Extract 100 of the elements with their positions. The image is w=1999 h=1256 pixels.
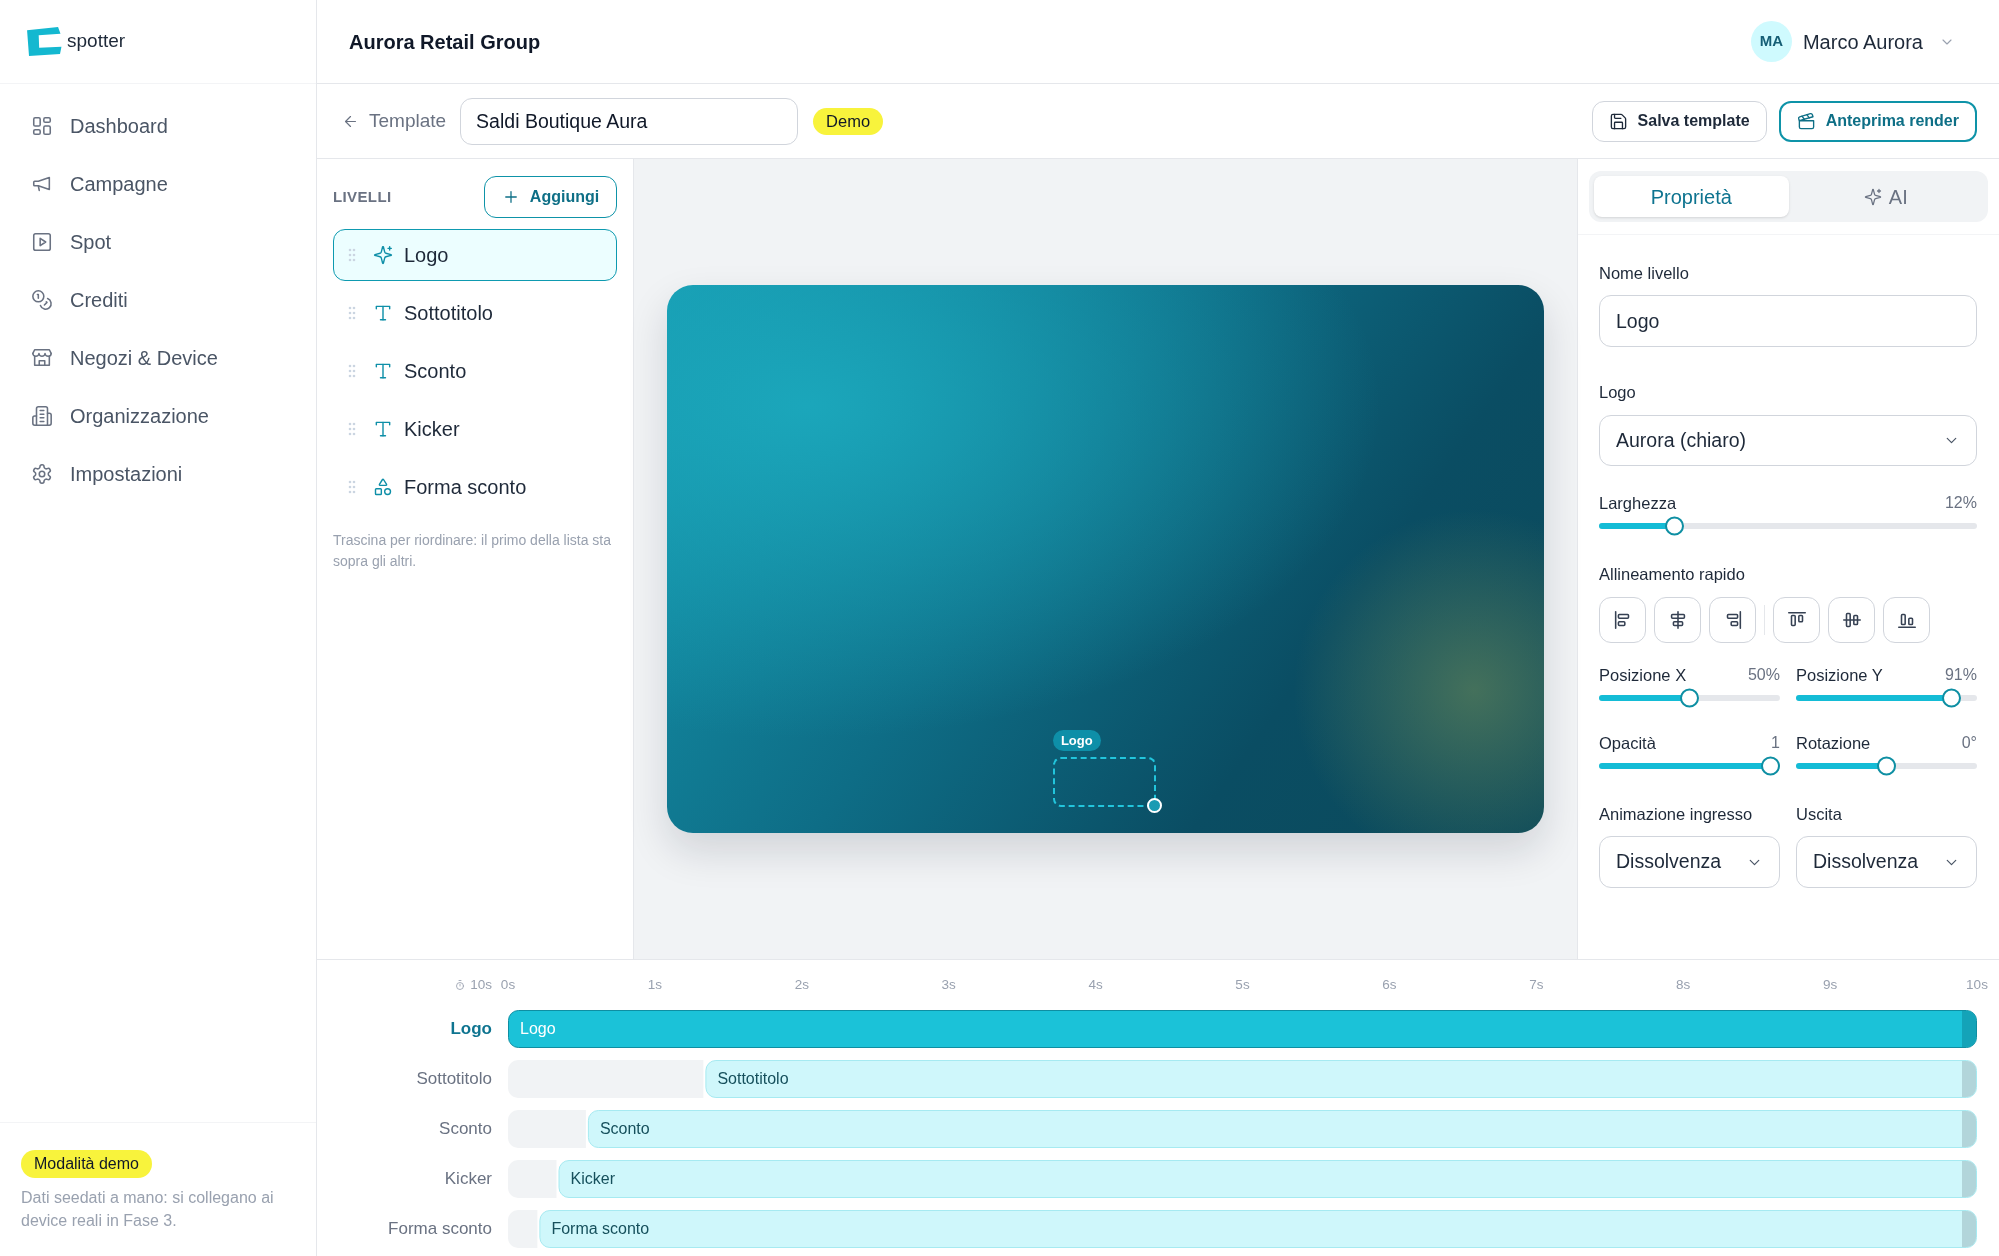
align-top-button[interactable] [1773,597,1820,643]
align-bottom-button[interactable] [1883,597,1930,643]
add-layer-button[interactable]: Aggiungi [484,176,617,218]
preview-render-button[interactable]: Anteprima render [1778,100,1977,142]
track-label[interactable]: Kicker [444,1166,492,1192]
nav-item[interactable]: Dashboard [12,97,304,155]
demo-mode-badge: Modalità demo [21,1150,152,1178]
slider-value: 1 [1771,733,1780,753]
clip-trim-handle[interactable] [1962,1011,1976,1047]
slider-handle[interactable] [1760,756,1780,776]
clapperboard-icon [1796,111,1816,131]
field-label: Uscita [1796,804,1843,824]
back-link[interactable]: Template [342,106,447,136]
field-label: Allineamento rapido [1599,564,1746,584]
align-left-button[interactable] [1599,597,1646,643]
text-type-icon [373,361,393,381]
field-label: Posizione Y [1796,665,1883,685]
track-label[interactable]: Sconto [439,1116,492,1142]
layout-grid-icon [31,115,53,137]
sparkles-icon [1863,187,1882,206]
axis-tick-label: 4s [1088,976,1103,994]
tab[interactable]: Proprietà [1594,176,1789,217]
axis-tick-label: 9s [1822,976,1838,994]
slider-handle[interactable] [1877,756,1896,776]
nav-item[interactable]: Organizzazione [12,387,304,445]
axis-tick-label: 5s [1235,976,1250,994]
slider-value: 50% [1747,665,1780,685]
save-template-button[interactable]: Salva template [1591,100,1767,142]
layer-item[interactable]: Sottotitolo [333,287,617,339]
layer-item[interactable]: Logo [333,229,617,281]
slider-handle[interactable] [1942,688,1962,708]
timeline-clip[interactable]: Forma sconto [539,1210,1977,1248]
track-label[interactable]: Logo [450,1016,492,1042]
drag-handle-icon[interactable] [348,364,356,378]
organization-title: Aurora Retail Group [349,29,541,55]
drag-handle-icon[interactable] [348,248,356,262]
nav-item[interactable]: Spot [12,213,304,271]
logo-icon [26,26,63,57]
field-label: Nome livello [1599,263,1690,283]
axis-tick-label: 0s [500,976,516,994]
timeline-clip[interactable]: Sottotitolo [705,1060,1977,1098]
track-label[interactable]: Sottotitolo [416,1066,492,1092]
demo-badge: Demo [813,107,884,135]
resize-handle[interactable] [1146,797,1162,813]
text-type-icon [373,419,393,439]
layer-item[interactable]: Forma sconto [333,461,617,513]
axis-tick-label: 6s [1382,976,1397,994]
duration-label: 10s [470,976,492,994]
layer-name-field[interactable]: Logo [1599,295,1977,347]
align-center-button[interactable] [1654,597,1701,643]
field-label: Animazione ingresso [1599,804,1754,824]
template-name-field[interactable]: Saldi Boutique Aura [460,97,799,145]
user-name[interactable]: Marco Aurora [1802,26,1923,57]
sparkles-icon [373,245,393,265]
tab[interactable]: AI [1788,176,1983,217]
clip-trim-handle[interactable] [1962,1061,1976,1097]
layers-hint: Trascina per riordinare: il primo della lista sta sopra gli altri. [333,531,613,571]
align-right-button[interactable] [1709,597,1756,643]
field-label: Posizione X [1599,665,1687,685]
text-type-icon [373,303,393,323]
clip-trim-handle[interactable] [1962,1111,1976,1147]
drag-handle-icon[interactable] [348,306,356,320]
layers-heading: LIVELLI [333,186,392,207]
timeline-clip[interactable]: Sconto [587,1110,1977,1148]
canvas-artboard[interactable]: Logo [667,285,1544,833]
nav-item[interactable]: Impostazioni [12,445,304,503]
demo-note: Dati seedati a mano: si collegano ai device reali in Fase 3. [21,1188,275,1231]
shapes-icon [373,477,393,497]
field-label: Logo [1599,382,1637,402]
field-label: Larghezza [1599,493,1677,513]
dropdown[interactable]: Dissolvenza [1796,836,1977,888]
dropdown[interactable]: Aurora (chiaro) [1599,415,1977,466]
axis-tick-label: 1s [647,976,662,994]
nav-item[interactable]: Negozi & Device [12,329,304,387]
layer-item[interactable]: Sconto [333,345,617,397]
slider-value: 0° [1961,733,1977,753]
axis-tick-label: 3s [941,976,956,994]
nav-item[interactable]: Crediti [12,271,304,329]
axis-tick-label: 8s [1676,976,1691,994]
store-icon [31,347,53,369]
clip-trim-handle[interactable] [1962,1211,1976,1247]
axis-tick-label: 7s [1529,976,1544,994]
nav-item[interactable]: Campagne [12,155,304,213]
play-square-icon [31,231,53,253]
drag-handle-icon[interactable] [348,422,356,436]
field-label: Opacità [1599,733,1656,753]
brand-name: spotter [67,29,126,54]
align-middle-button[interactable] [1828,597,1875,643]
user-avatar: MA [1750,21,1792,62]
dropdown[interactable]: Dissolvenza [1599,836,1780,888]
clip-trim-handle[interactable] [1962,1161,1976,1197]
settings-icon [31,463,53,485]
track-label[interactable]: Forma sconto [388,1216,492,1242]
layer-item[interactable]: Kicker [333,403,617,455]
slider-handle[interactable] [1665,516,1685,536]
slider-handle[interactable] [1680,688,1699,708]
timeline-clip[interactable]: Kicker [558,1160,1977,1198]
axis-tick-label: 2s [794,976,809,994]
drag-handle-icon[interactable] [348,480,356,494]
timeline-gap [508,1160,557,1198]
